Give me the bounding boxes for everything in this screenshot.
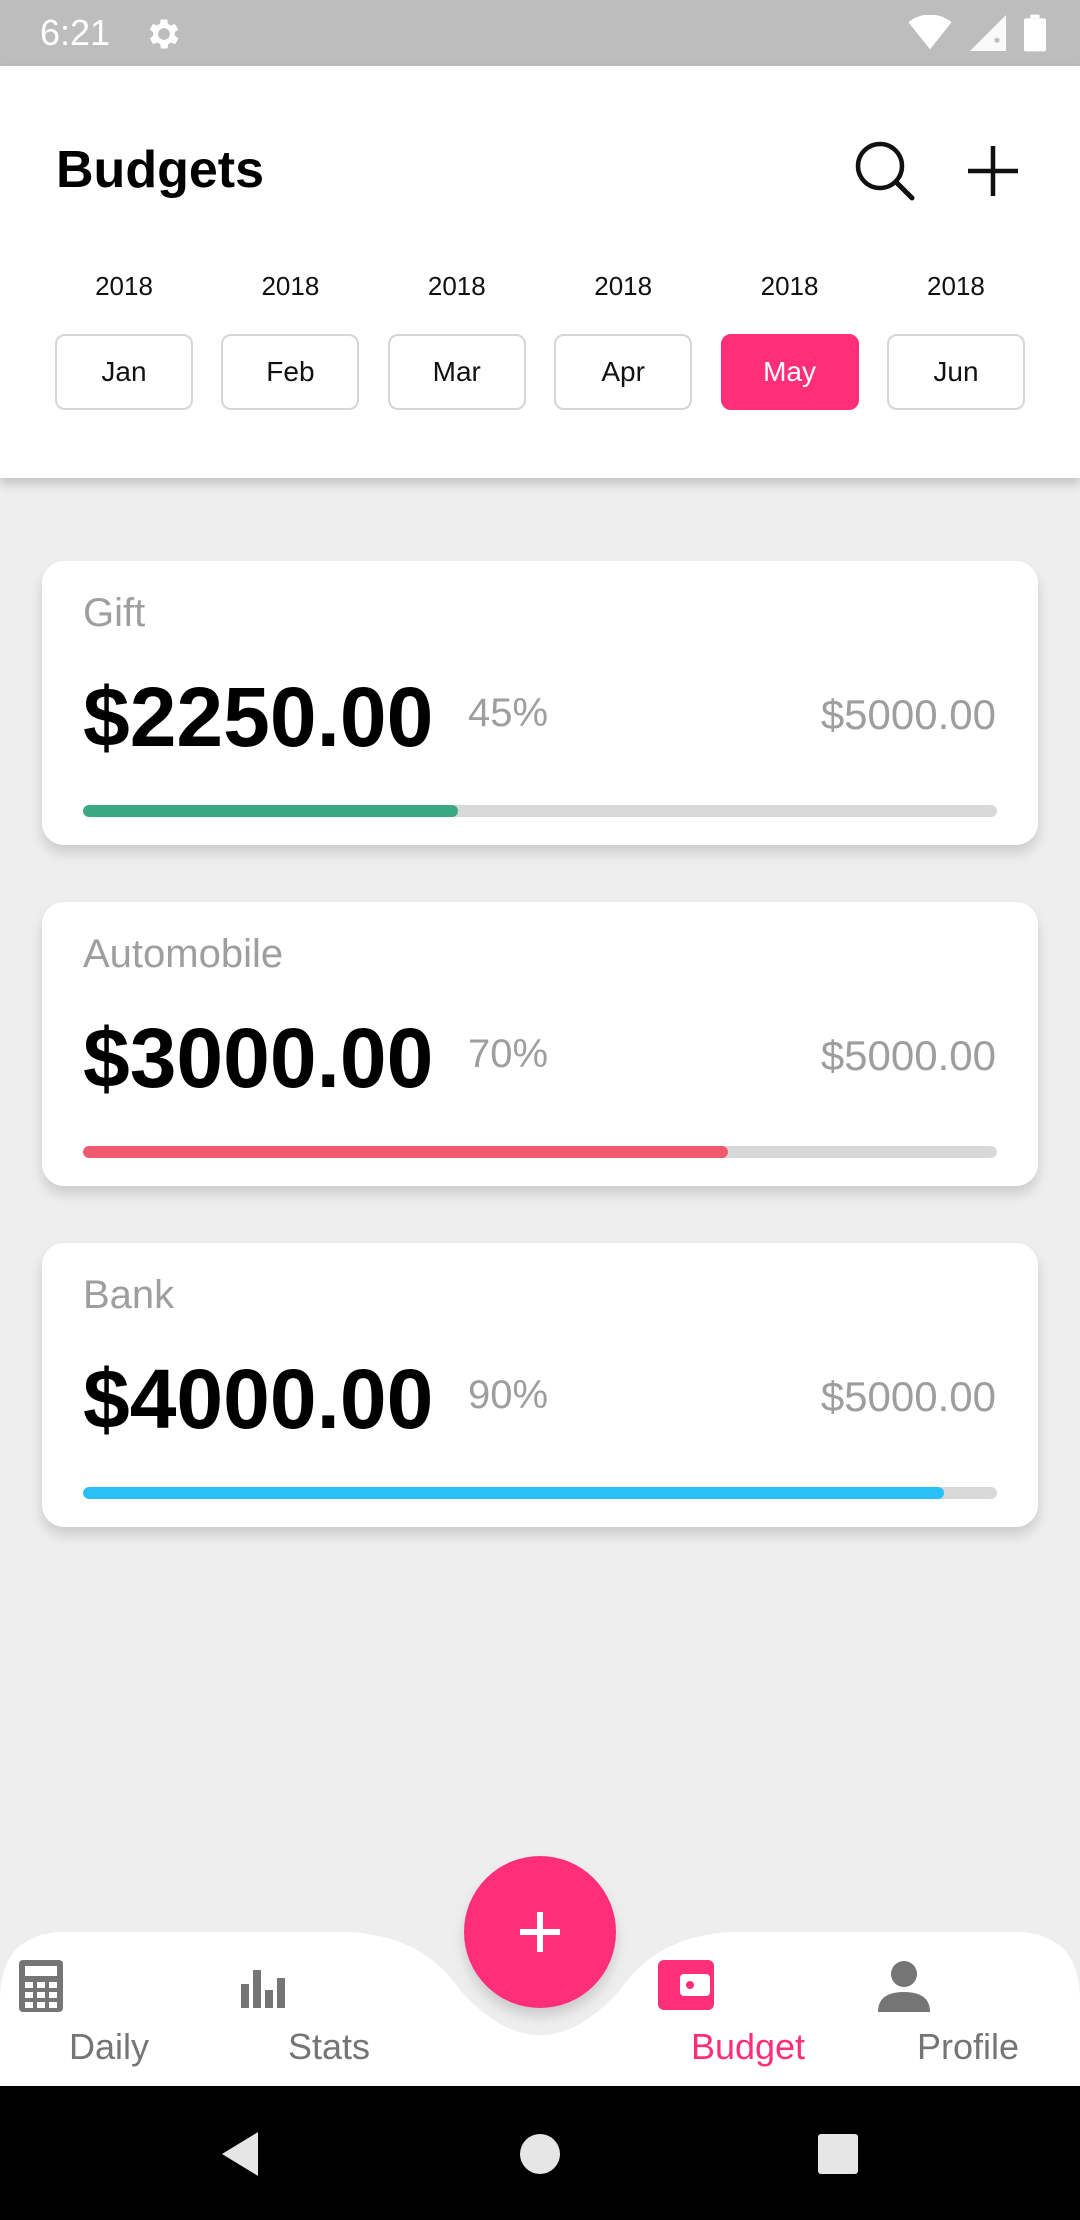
budget-progress-track: [83, 805, 997, 817]
calculator-icon: [19, 1960, 63, 2012]
budget-card-automobile[interactable]: Automobile $3000.00 70% $5000.00: [42, 902, 1038, 1186]
settings-gear-icon: [149, 19, 179, 49]
home-button[interactable]: [508, 2122, 572, 2186]
budget-total: $5000.00: [820, 1032, 996, 1079]
budget-total: $5000.00: [820, 1373, 996, 1420]
signal-icon: [970, 15, 1006, 51]
month-button-mar[interactable]: Mar: [387, 334, 526, 410]
month-year: 2018: [95, 271, 153, 301]
month-feb: 2018 Feb: [221, 266, 360, 410]
month-jun: 2018 Jun: [886, 266, 1025, 410]
budget-spent-amount: $2250.00: [83, 670, 434, 764]
month-year: 2018: [760, 271, 819, 301]
nav-daily[interactable]: Daily: [19, 1960, 199, 2068]
budget-category: Bank: [83, 1273, 175, 1317]
budget-card-bank[interactable]: Bank $4000.00 90% $5000.00: [42, 1243, 1038, 1527]
header: Budgets 2018 Jan 2018 Feb 2018 Mar 2018 …: [0, 66, 1080, 478]
bar-chart-icon: [241, 1970, 285, 2008]
budget-category: Gift: [83, 591, 146, 635]
month-year: 2018: [927, 271, 985, 301]
month-year: 2018: [427, 271, 486, 301]
nav-label: Daily: [68, 2026, 149, 2067]
status-icons: [908, 14, 1046, 52]
month-button-may[interactable]: May: [720, 334, 859, 410]
budget-progress-fill: [83, 805, 458, 817]
status-bar: 6:21: [0, 0, 1080, 66]
plus-icon: [968, 146, 1018, 196]
person-icon: [878, 1961, 930, 2012]
add-transaction-fab[interactable]: [464, 1856, 616, 2008]
home-circle-icon: [520, 2134, 560, 2174]
recents-button[interactable]: [806, 2122, 870, 2186]
month-button-apr[interactable]: Apr: [554, 334, 693, 410]
month-selector: 2018 Jan 2018 Feb 2018 Mar 2018 Apr 2018…: [55, 266, 1025, 410]
budget-category: Automobile: [83, 932, 284, 976]
month-apr: 2018 Apr: [554, 266, 693, 410]
month-jan: 2018 Jan: [55, 266, 193, 410]
month-year: 2018: [261, 271, 320, 301]
back-triangle-icon: [222, 2132, 258, 2176]
nav-label: Profile: [916, 2026, 1020, 2067]
nav-profile[interactable]: Profile: [878, 1960, 1058, 2068]
budget-percent: 90%: [468, 1373, 549, 1417]
budget-card-gift[interactable]: Gift $2250.00 45% $5000.00: [42, 561, 1038, 845]
search-button[interactable]: [852, 138, 918, 204]
month-button-jun[interactable]: Jun: [886, 334, 1025, 410]
wifi-icon: [908, 15, 952, 50]
status-time: 6:21: [40, 12, 111, 53]
wallet-icon: [658, 1960, 714, 2010]
recents-square-icon: [818, 2134, 858, 2174]
budget-spent-amount: $3000.00: [83, 1011, 434, 1105]
budget-percent: 70%: [468, 1032, 549, 1076]
month-year: 2018: [594, 271, 653, 301]
month-mar: 2018 Mar: [387, 266, 526, 410]
page-title: Budgets: [56, 141, 264, 199]
budget-total: $5000.00: [820, 691, 996, 738]
budget-spent-amount: $4000.00: [83, 1352, 434, 1446]
budget-percent: 45%: [468, 691, 549, 735]
budget-progress-track: [83, 1146, 997, 1158]
plus-icon: [520, 1912, 560, 1952]
nav-budget[interactable]: Budget: [658, 1960, 838, 2068]
search-icon: [855, 141, 915, 201]
budget-progress-fill: [83, 1146, 729, 1158]
nav-stats[interactable]: Stats: [239, 1960, 419, 2068]
battery-icon: [1024, 14, 1046, 52]
add-button[interactable]: [960, 138, 1026, 204]
back-button[interactable]: [208, 2122, 272, 2186]
system-navigation-bar: [0, 2086, 1080, 2220]
month-may: 2018 May: [720, 266, 859, 410]
budget-progress-fill: [83, 1487, 944, 1499]
nav-label: Stats: [287, 2026, 371, 2067]
nav-label: Budget: [690, 2026, 806, 2067]
budget-progress-track: [83, 1487, 997, 1499]
month-button-feb[interactable]: Feb: [221, 334, 360, 410]
month-button-jan[interactable]: Jan: [55, 334, 193, 410]
